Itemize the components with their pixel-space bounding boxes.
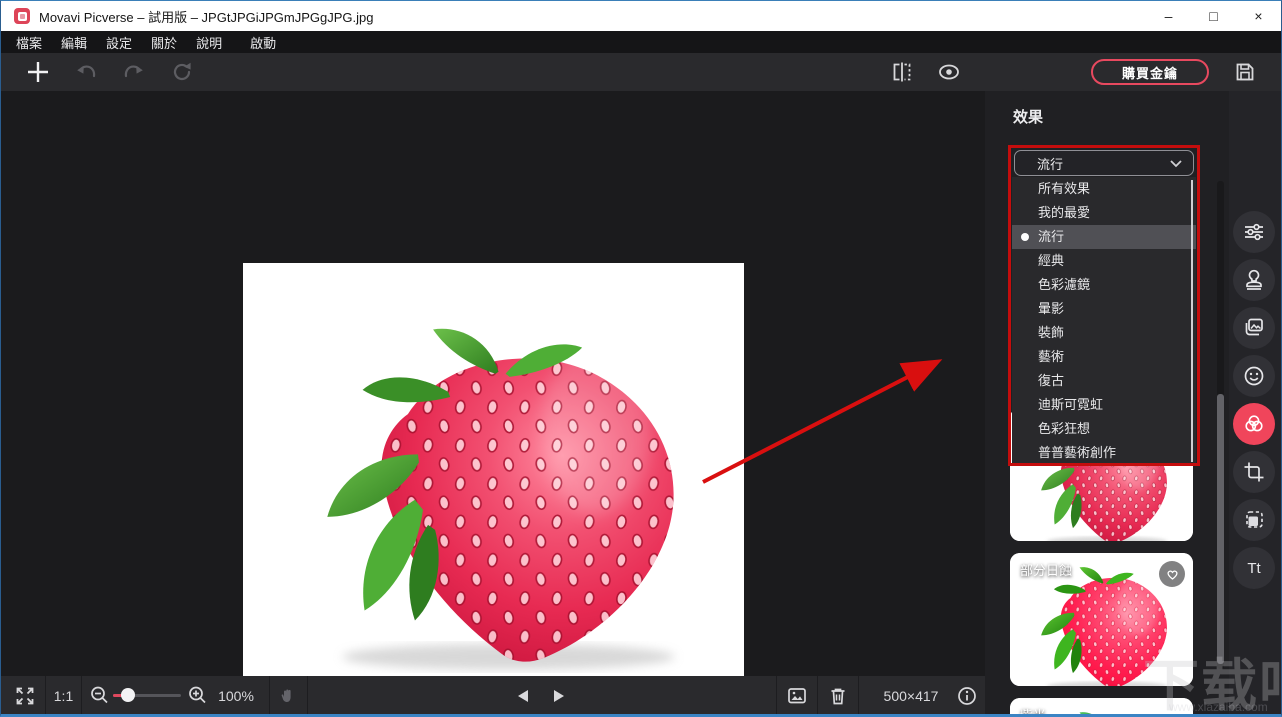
color-wheel-icon <box>1242 412 1266 436</box>
tool-rail: Tt <box>1229 91 1281 714</box>
category-classic[interactable]: 經典 <box>1012 249 1196 273</box>
buy-key-button[interactable]: 購買金鑰 <box>1091 59 1209 85</box>
category-dropdown-button[interactable]: 流行 <box>1014 150 1194 176</box>
maximize-button[interactable]: □ <box>1191 1 1236 31</box>
redo-button[interactable] <box>114 53 154 91</box>
delete-image-button[interactable] <box>819 676 857 714</box>
zoom-level-value: 100% <box>218 687 254 704</box>
zoom-out-icon <box>89 685 110 706</box>
effect-thumbnail-label: 部分日蝕 <box>1020 563 1073 578</box>
stamp-icon <box>1242 268 1266 292</box>
tool-background-removal[interactable] <box>1233 499 1275 541</box>
trash-icon <box>827 685 849 707</box>
save-floppy-icon <box>1234 61 1256 83</box>
tool-crop[interactable] <box>1233 451 1275 493</box>
panel-scrollbar-thumb[interactable] <box>1217 394 1224 664</box>
menu-file[interactable]: 檔案 <box>16 33 42 52</box>
hand-icon <box>278 686 298 706</box>
menu-edit[interactable]: 編輯 <box>61 33 87 52</box>
dropdown-scrollbar[interactable] <box>1191 180 1193 462</box>
category-popular-selected[interactable]: 流行 <box>1012 225 1196 249</box>
tool-text[interactable]: Tt <box>1233 547 1275 589</box>
tool-backgrounds[interactable] <box>1233 307 1275 349</box>
category-vignette[interactable]: 暈影 <box>1012 297 1196 321</box>
title-bar: Movavi Picverse – 試用版 – JPGtJPGiJPGmJPGg… <box>1 1 1281 31</box>
add-image-button[interactable] <box>18 53 58 91</box>
crop-icon <box>1242 460 1266 484</box>
preview-original-button[interactable] <box>929 53 969 91</box>
category-decor[interactable]: 裝飾 <box>1012 321 1196 345</box>
image-icon <box>786 685 808 707</box>
app-logo-icon <box>14 8 30 24</box>
effect-thumbnail-label: 紫光 <box>1020 708 1047 717</box>
panel-scrollbar[interactable] <box>1217 181 1224 669</box>
actual-size-button[interactable]: 1:1 <box>47 676 80 714</box>
fullscreen-arrows-icon <box>14 685 36 707</box>
category-color-fantasy[interactable]: 色彩狂想 <box>1012 417 1196 441</box>
favorite-button[interactable] <box>1159 561 1185 587</box>
menu-help[interactable]: 說明 <box>196 33 222 52</box>
text-tool-icon: Tt <box>1247 559 1261 577</box>
tool-effects-active[interactable] <box>1233 403 1275 445</box>
editor-canvas[interactable] <box>1 91 985 683</box>
effect-thumbnail-purple[interactable]: 紫光 <box>1010 698 1193 717</box>
status-bar: 1:1 100% 500×417 <box>1 676 985 714</box>
menu-bar: 檔案 編輯 設定 關於 說明 啟動 <box>1 31 1281 53</box>
save-button[interactable] <box>1225 53 1265 91</box>
pan-hand-button[interactable] <box>273 676 303 714</box>
zoom-in-icon <box>187 685 208 706</box>
tool-retouch-stamp[interactable] <box>1233 259 1275 301</box>
zoom-in-button[interactable] <box>183 676 211 714</box>
menu-about[interactable]: 關於 <box>151 33 177 52</box>
category-dropdown-list: 所有效果 我的最愛 流行 經典 色彩濾鏡 暈影 裝飾 藝術 復古 迪斯可霓虹 色… <box>1012 177 1196 465</box>
heart-icon <box>1165 567 1180 581</box>
undo-icon <box>74 60 98 84</box>
category-art[interactable]: 藝術 <box>1012 345 1196 369</box>
previous-image-button[interactable] <box>507 676 539 714</box>
category-color-filters[interactable]: 色彩濾鏡 <box>1012 273 1196 297</box>
undo-button[interactable] <box>66 53 106 91</box>
tool-adjustments[interactable] <box>1233 211 1275 253</box>
next-triangle-icon <box>551 688 567 704</box>
effects-panel-title: 效果 <box>1013 109 1044 126</box>
image-dimensions: 500×417 <box>883 687 939 704</box>
tool-stickers[interactable] <box>1233 355 1275 397</box>
redo-icon <box>122 60 146 84</box>
category-pop-art[interactable]: 普普藝術創作 <box>1012 441 1196 465</box>
eye-icon <box>937 61 961 83</box>
category-favorites[interactable]: 我的最愛 <box>1012 201 1196 225</box>
next-image-button[interactable] <box>543 676 575 714</box>
prev-triangle-icon <box>515 688 531 704</box>
photo-strawberry <box>243 263 744 683</box>
window-title: Movavi Picverse – 試用版 – JPGtJPGiJPGmJPGg… <box>39 9 374 25</box>
zoom-out-button[interactable] <box>85 676 113 714</box>
effect-thumbnail-partial-eclipse[interactable]: 部分日蝕 <box>1010 553 1193 686</box>
category-all-effects[interactable]: 所有效果 <box>1012 177 1196 201</box>
close-button[interactable]: × <box>1236 1 1281 31</box>
app-window: Movavi Picverse – 試用版 – JPGtJPGiJPGmJPGg… <box>0 0 1282 717</box>
minimize-button[interactable]: – <box>1146 1 1191 31</box>
selected-bullet-icon <box>1021 233 1029 241</box>
info-button[interactable] <box>951 676 983 714</box>
category-retro[interactable]: 復古 <box>1012 369 1196 393</box>
compare-split-icon <box>891 61 913 83</box>
image-manager-button[interactable] <box>778 676 816 714</box>
reset-icon <box>170 60 194 84</box>
images-icon <box>1242 316 1266 340</box>
menu-settings[interactable]: 設定 <box>106 33 132 52</box>
compare-before-after-button[interactable] <box>882 53 922 91</box>
plus-icon <box>25 59 51 85</box>
fit-to-screen-button[interactable] <box>7 676 43 714</box>
zoom-slider-knob[interactable] <box>121 688 135 702</box>
menu-activate[interactable]: 啟動 <box>250 33 276 52</box>
info-icon <box>956 685 978 707</box>
reset-button[interactable] <box>162 53 202 91</box>
selection-icon <box>1242 508 1266 532</box>
top-toolbar: 購買金鑰 <box>1 53 1281 91</box>
sliders-icon <box>1242 220 1266 244</box>
smiley-icon <box>1242 364 1266 388</box>
dropdown-selected-value: 流行 <box>1037 156 1064 172</box>
category-disco-neon[interactable]: 迪斯可霓虹 <box>1012 393 1196 417</box>
